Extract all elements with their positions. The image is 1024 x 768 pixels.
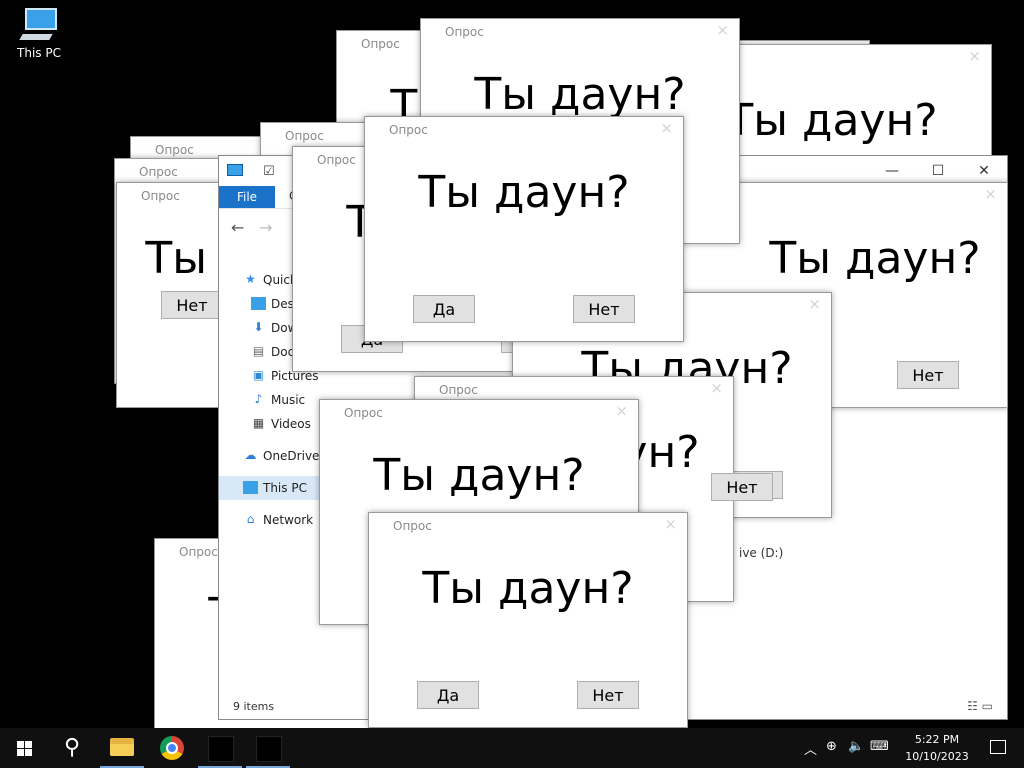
dialog-question: Ты даун? [769, 233, 981, 284]
app-taskbar-icon[interactable] [208, 736, 234, 762]
no-button[interactable]: Нет [573, 295, 635, 323]
star-icon: ★ [245, 272, 256, 286]
file-explorer-taskbar-icon[interactable] [110, 738, 134, 756]
system-clock[interactable]: 5:22 PM 10/10/2023 [902, 731, 972, 765]
file-tab[interactable]: File [219, 186, 275, 208]
dialog-question: Ты даун? [373, 450, 585, 501]
dialog-title: Опрос [155, 143, 194, 157]
back-arrow-icon[interactable]: ← [231, 218, 244, 237]
clock-date: 10/10/2023 [905, 750, 969, 763]
dialog-question: Ты даун? [422, 563, 634, 614]
no-button[interactable]: Нет [577, 681, 639, 709]
close-icon[interactable]: × [615, 402, 628, 420]
download-icon: ⬇ [253, 320, 264, 334]
dialog-title: Опрос [393, 519, 432, 533]
dialog-title: Опрос [141, 189, 180, 203]
dialog-question: Ты даун? [418, 167, 630, 218]
chrome-taskbar-icon[interactable] [160, 736, 184, 760]
app-taskbar-icon[interactable] [256, 736, 282, 762]
properties-icon[interactable]: ☑ [263, 164, 275, 179]
dialog-title: Опрос [317, 153, 356, 167]
nav-item-label: OneDrive [263, 449, 319, 463]
close-icon[interactable]: × [808, 295, 821, 313]
cloud-icon: ☁ [244, 448, 257, 462]
computer-icon [243, 481, 258, 494]
dialog-title: Опрос [179, 545, 218, 559]
clock-time: 5:22 PM [914, 733, 960, 746]
no-button[interactable]: Нет [897, 361, 959, 389]
network-globe-icon[interactable]: ⊕ [826, 739, 837, 754]
close-icon[interactable]: × [968, 47, 981, 65]
dialog-window[interactable]: Опрос × Ты даун? Да Нет [368, 512, 688, 728]
no-button[interactable]: Нет [711, 473, 773, 501]
search-icon[interactable]: ⚲ [50, 728, 94, 768]
view-toggle-icon[interactable]: ☷ ▭ [967, 699, 993, 713]
computer-icon [17, 8, 61, 42]
nav-item-videos[interactable]: ▦ Videos [219, 412, 319, 436]
nav-item-network[interactable]: ⌂ Network [219, 508, 319, 532]
notifications-icon[interactable] [990, 740, 1006, 754]
start-button[interactable] [0, 728, 48, 768]
computer-icon [227, 164, 243, 176]
close-icon[interactable]: × [660, 119, 673, 137]
windows-logo-icon [17, 741, 24, 748]
nav-item-label: Music [271, 393, 306, 407]
nav-item-label: This PC [263, 481, 307, 495]
nav-item-label: Videos [271, 417, 311, 431]
dialog-question: Ты даун? [474, 69, 686, 120]
keyboard-icon[interactable]: ⌨ [870, 739, 889, 754]
dialog-title: Опрос [361, 37, 400, 51]
dialog-title: Опрос [439, 383, 478, 397]
chevron-up-icon[interactable]: ︿ [804, 739, 817, 758]
desktop-icon-label: This PC [17, 46, 61, 60]
close-icon[interactable]: × [984, 185, 997, 203]
nav-item-this-pc[interactable]: This PC [219, 476, 319, 500]
documents-icon: ▤ [252, 344, 265, 358]
close-icon[interactable]: × [710, 379, 723, 397]
music-icon: ♪ [254, 392, 263, 406]
close-icon[interactable]: × [716, 21, 729, 39]
nav-item-onedrive[interactable]: ☁ OneDrive [219, 444, 320, 468]
videos-icon: ▦ [252, 416, 265, 430]
nav-item-label: Network [263, 513, 314, 527]
no-button[interactable]: Нет [161, 291, 223, 319]
forward-arrow-icon[interactable]: → [259, 218, 272, 237]
drive-item-label[interactable]: ive (D:) [739, 546, 783, 560]
desktop-icon [251, 297, 266, 310]
dialog-title: Опрос [285, 129, 324, 143]
yes-button[interactable]: Да [417, 681, 479, 709]
status-item-count: 9 items [233, 700, 275, 713]
taskbar: ⚲ ︿ ⊕ 🔈 ⌨ 5:22 PM 10/10/2023 [0, 728, 1024, 768]
yes-button[interactable]: Да [413, 295, 475, 323]
dialog-window[interactable]: Опрос × Ты даун? Да Нет [364, 116, 684, 342]
dialog-title: Опрос [389, 123, 428, 137]
pictures-icon: ▣ [252, 368, 265, 382]
dialog-title: Опрос [139, 165, 178, 179]
close-icon[interactable]: × [664, 515, 677, 533]
network-icon: ⌂ [246, 512, 255, 526]
volume-muted-icon[interactable]: 🔈 [848, 739, 864, 754]
desktop-icon-this-pc[interactable]: This PC [10, 8, 68, 60]
dialog-title: Опрос [445, 25, 484, 39]
nav-item-music[interactable]: ♪ Music [219, 388, 319, 412]
dialog-title: Опрос [344, 406, 383, 420]
